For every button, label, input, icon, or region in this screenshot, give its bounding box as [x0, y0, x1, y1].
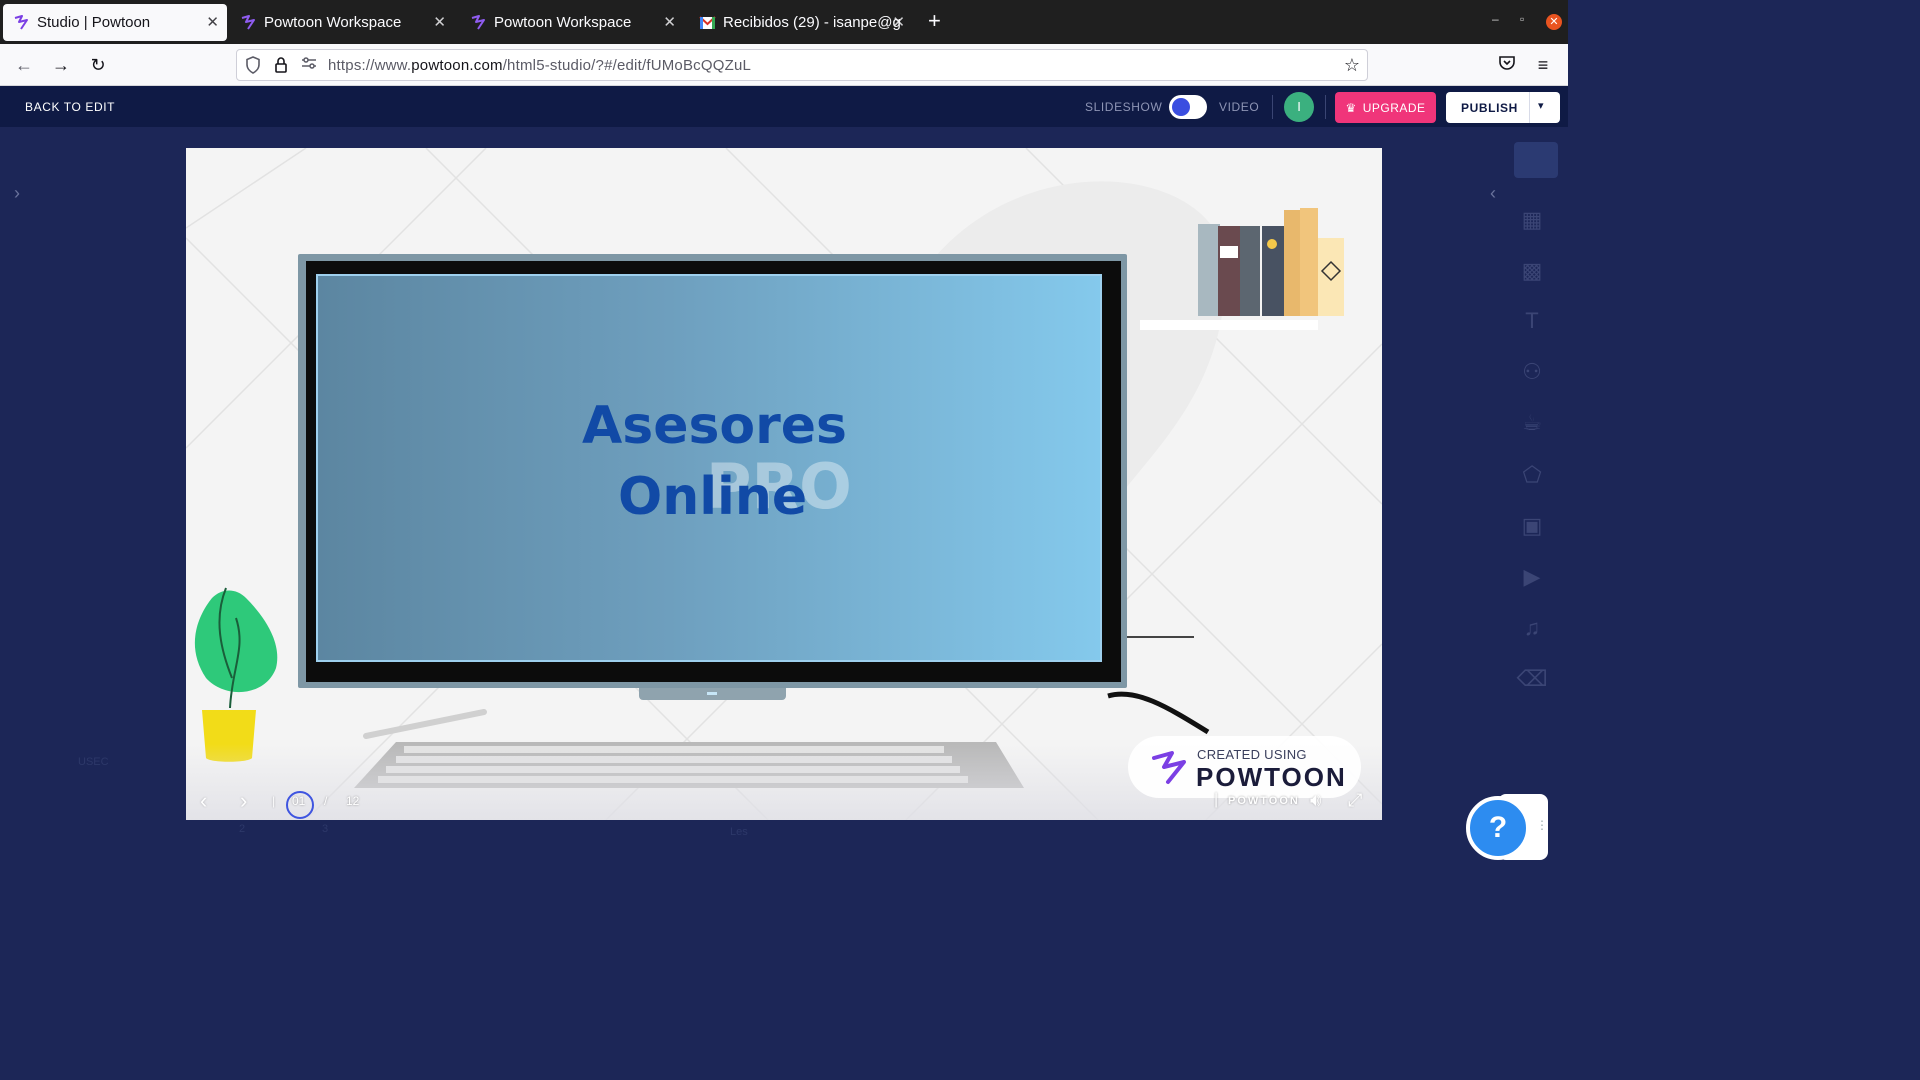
next-slide-button[interactable]: › — [240, 788, 247, 814]
publish-label: PUBLISH — [1461, 101, 1518, 115]
url-bar[interactable]: https://www.powtoon.com/html5-studio/?#/… — [236, 49, 1368, 81]
lock-icon[interactable] — [272, 56, 290, 74]
divider: | — [1214, 791, 1219, 808]
tab-studio-powtoon[interactable]: Studio | Powtoon ✕ — [3, 4, 227, 41]
props-icon[interactable]: ☕ — [1514, 408, 1550, 438]
clean-icon[interactable]: ⌫ — [1514, 664, 1550, 694]
tab-powtoon-workspace-2[interactable]: Powtoon Workspace ✕ — [460, 4, 684, 41]
tab-label: Studio | Powtoon — [37, 14, 151, 31]
slideshow-video-toggle[interactable] — [1169, 95, 1207, 119]
tab-powtoon-workspace-1[interactable]: Powtoon Workspace ✕ — [230, 4, 454, 41]
close-icon[interactable]: ✕ — [663, 13, 676, 31]
slide-separator: / — [324, 794, 328, 808]
divider: | — [272, 794, 276, 808]
minimize-button[interactable]: – — [1492, 12, 1499, 26]
background-number: 2 — [239, 823, 246, 835]
maximize-button[interactable]: ▫ — [1520, 12, 1524, 26]
shield-icon[interactable] — [244, 56, 262, 74]
powtoon-tab-icon — [240, 14, 257, 31]
video-label[interactable]: VIDEO — [1219, 100, 1259, 114]
browser-tab-bar: Studio | Powtoon ✕ Powtoon Workspace ✕ P… — [0, 0, 1568, 44]
crown-icon: ♛ — [1345, 100, 1357, 115]
help-button[interactable]: ? — [1466, 796, 1530, 860]
chevron-right-icon[interactable]: › — [14, 183, 20, 204]
chevron-left-icon[interactable]: ‹ — [1490, 183, 1496, 204]
drag-handle-icon[interactable]: ⋮ — [1536, 818, 1548, 832]
permissions-icon[interactable] — [300, 56, 318, 74]
video-icon[interactable]: ▶ — [1514, 562, 1550, 592]
chevron-down-icon[interactable]: ▾ — [1538, 99, 1544, 112]
characters-icon[interactable]: ⚇ — [1514, 357, 1550, 387]
fullscreen-icon[interactable]: ⤢ — [1348, 790, 1362, 811]
divider — [1272, 95, 1273, 119]
gmail-tab-icon — [699, 14, 716, 31]
previous-slide-button[interactable]: ‹ — [200, 788, 207, 814]
close-icon[interactable]: ✕ — [433, 13, 446, 31]
back-to-edit-button[interactable]: BACK TO EDIT — [25, 100, 115, 114]
images-icon[interactable]: ▣ — [1514, 511, 1550, 541]
close-icon[interactable]: ✕ — [206, 13, 219, 31]
layout-icon[interactable]: ▦ — [1514, 205, 1550, 235]
forward-icon[interactable]: → — [50, 54, 72, 76]
powtoon-tab-icon — [470, 14, 487, 31]
tab-label: Recibidos (29) - isanpe@g — [723, 14, 901, 31]
powtoon-logo-icon — [1152, 751, 1186, 784]
background-number: 3 — [322, 823, 329, 835]
pocket-icon[interactable] — [1496, 54, 1518, 76]
toggle-knob — [1172, 98, 1190, 116]
background-label: Les — [730, 826, 748, 838]
new-tab-button[interactable]: + — [928, 10, 941, 32]
created-using-label: CREATED USING — [1197, 747, 1307, 762]
url-text[interactable]: https://www.powtoon.com/html5-studio/?#/… — [328, 57, 751, 74]
upgrade-label: UPGRADE — [1362, 100, 1426, 115]
divider — [1529, 92, 1530, 123]
powtoon-header: BACK TO EDIT SLIDESHOW VIDEO I ♛ UPGRADE… — [0, 86, 1568, 127]
upgrade-button[interactable]: ♛ UPGRADE — [1335, 92, 1436, 123]
slideshow-label[interactable]: SLIDESHOW — [1085, 100, 1162, 114]
total-slides: 12 — [346, 794, 360, 808]
powtoon-tab-icon — [13, 14, 30, 31]
pattern-icon[interactable]: ▩ — [1514, 256, 1550, 286]
avatar[interactable]: I — [1284, 92, 1314, 122]
reload-icon[interactable]: ↻ — [87, 54, 109, 76]
menu-icon[interactable]: ≡ — [1532, 54, 1554, 76]
background-label: USEC — [78, 756, 109, 768]
slide-title-line-1: Asesores — [582, 396, 848, 456]
tab-gmail[interactable]: Recibidos (29) - isanpe@g ✕ — [689, 4, 913, 41]
close-icon[interactable]: ✕ — [892, 13, 905, 31]
shapes-icon[interactable]: ⬠ — [1514, 460, 1550, 490]
tab-label: Powtoon Workspace — [264, 14, 402, 31]
monitor-stand — [639, 688, 786, 700]
text-icon[interactable]: T — [1514, 306, 1550, 336]
window-close-button[interactable]: ✕ — [1546, 14, 1562, 30]
powtoon-wordmark: POWTOON — [1196, 762, 1347, 792]
star-icon[interactable]: ☆ — [1343, 56, 1361, 74]
divider — [1325, 95, 1326, 119]
tab-label: Powtoon Workspace — [494, 14, 632, 31]
music-icon[interactable]: ♫ — [1514, 613, 1550, 643]
speaker-icon[interactable]: 🔊︎ — [1310, 790, 1321, 811]
character-thumbnail[interactable] — [1514, 142, 1558, 178]
back-icon[interactable]: ← — [13, 54, 35, 76]
publish-button[interactable]: PUBLISH ▾ — [1446, 92, 1560, 123]
slide-preview[interactable]: PRO Asesores Online CREATED USING POWTOO… — [186, 148, 1382, 820]
powtoon-brand-label[interactable]: POWTOON — [1228, 795, 1300, 807]
browser-nav-bar: ← → ↻ https://www.powtoon.com/html5-stud… — [0, 44, 1568, 86]
current-slide-number: 01 — [292, 794, 306, 808]
slide-title-line-2: Online — [618, 467, 808, 527]
created-using-powtoon-badge[interactable]: CREATED USING POWTOON — [1128, 736, 1361, 798]
